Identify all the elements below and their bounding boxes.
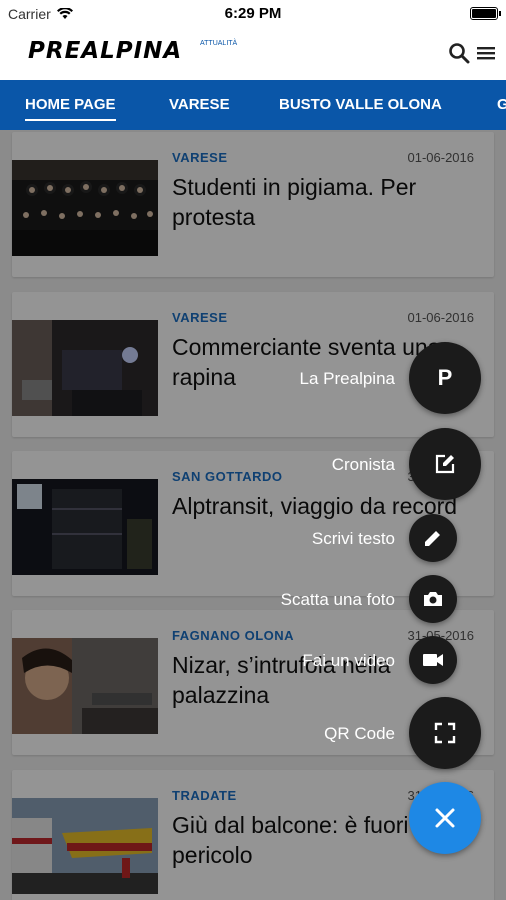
cronista-button[interactable] xyxy=(409,428,481,500)
app-header: PREALPINA ATTUALITÀ xyxy=(0,28,506,80)
tab-varese[interactable]: VARESE xyxy=(169,96,230,113)
close-menu-button[interactable] xyxy=(409,782,481,854)
search-icon[interactable] xyxy=(448,42,470,64)
scatta-foto-button[interactable] xyxy=(409,575,457,623)
scrivi-testo-button[interactable] xyxy=(409,514,457,562)
tab-busto-valle-olona[interactable]: BUSTO VALLE OLONA xyxy=(279,96,442,113)
fab-label-scrivi-testo: Scrivi testo xyxy=(311,529,395,548)
fab-label-scatta-una-foto: Scatta una foto xyxy=(280,590,395,609)
battery-icon xyxy=(470,7,501,20)
status-bar: Carrier 6:29 PM xyxy=(0,0,506,28)
fai-video-button[interactable] xyxy=(409,636,457,684)
video-camera-icon xyxy=(423,654,443,666)
header-actions xyxy=(448,42,496,64)
fab-label-fai-un-video: Fai un video xyxy=(302,651,395,670)
camera-icon xyxy=(424,592,442,606)
la-prealpina-button[interactable]: P xyxy=(409,342,481,414)
close-icon xyxy=(435,808,455,828)
prealpina-p-icon: P xyxy=(437,365,453,390)
prealpina-logo[interactable]: PREALPINA xyxy=(28,38,189,64)
menu-icon[interactable] xyxy=(476,44,496,62)
pencil-icon xyxy=(425,531,440,546)
scan-frame-icon xyxy=(434,722,456,744)
qr-code-button[interactable] xyxy=(409,697,481,769)
fab-label-qr-code: QR Code xyxy=(324,724,395,743)
logo-superscript: ATTUALITÀ xyxy=(200,40,238,47)
fab-label-la-prealpina: La Prealpina xyxy=(299,369,395,388)
fab-label-cronista: Cronista xyxy=(331,455,395,474)
edit-box-icon xyxy=(435,454,455,474)
section-tabs: HOME PAGE VARESE BUSTO VALLE OLONA G xyxy=(0,80,506,130)
tab-next[interactable]: G xyxy=(497,96,506,113)
status-time: 6:29 PM xyxy=(224,5,282,22)
tab-home-page[interactable]: HOME PAGE xyxy=(25,96,116,121)
